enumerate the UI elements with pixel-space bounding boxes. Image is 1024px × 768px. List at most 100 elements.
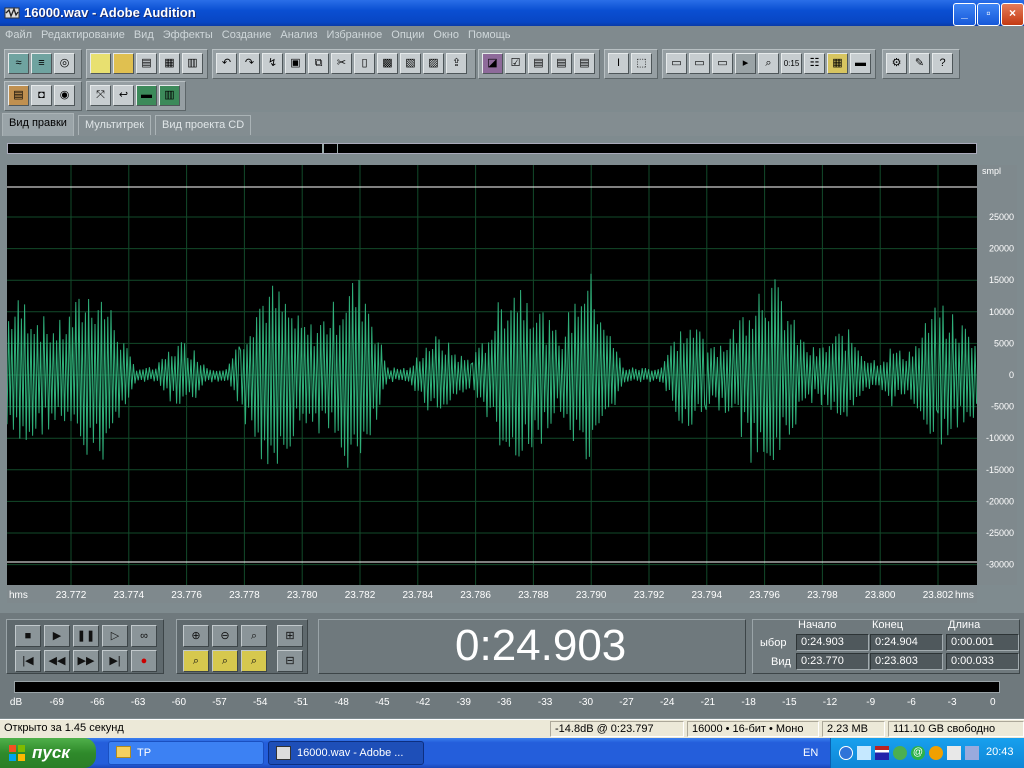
tray-at-icon[interactable]: @ <box>911 746 925 760</box>
zoom-out-v-icon[interactable]: ⊟ <box>277 650 303 672</box>
tab-cd-project[interactable]: Вид проекта CD <box>155 115 252 135</box>
copy-new-icon[interactable]: ▣ <box>285 53 306 74</box>
play-window-icon[interactable]: ▸ <box>735 53 756 74</box>
help-icon[interactable]: ? <box>932 53 953 74</box>
time-window-icon[interactable]: 0:15 <box>781 53 802 74</box>
time-ruler[interactable]: hms hms 23.772 23.774 23.776 23.778 23.780 23… <box>7 585 977 603</box>
paste-icon[interactable]: ▯ <box>354 53 375 74</box>
grid-b-icon[interactable]: ▤ <box>551 53 572 74</box>
new-file-icon[interactable] <box>90 53 111 74</box>
pause-icon[interactable]: ❚❚ <box>73 625 99 647</box>
menu-window[interactable]: Окно <box>428 26 463 41</box>
copy-icon[interactable]: ⧉ <box>308 53 329 74</box>
trim-icon[interactable]: ▧ <box>400 53 421 74</box>
upload-icon[interactable]: ⇪ <box>446 53 467 74</box>
menu-generate[interactable]: Создание <box>217 26 276 41</box>
selection-end-field[interactable]: 0:24.904 <box>870 634 943 651</box>
tray-printer-icon[interactable] <box>947 746 961 760</box>
record-icon[interactable]: ● <box>131 650 157 672</box>
waveform-display-icon[interactable]: ◘ <box>31 85 52 106</box>
list-window-icon[interactable]: ☷ <box>804 53 825 74</box>
script-icon[interactable]: ✎ <box>909 53 930 74</box>
tray-network-icon[interactable] <box>857 746 871 760</box>
tray-arrow-icon[interactable] <box>839 746 853 760</box>
menu-help[interactable]: Помощь <box>463 26 515 41</box>
menu-options[interactable]: Опции <box>386 26 428 41</box>
menu-analyze[interactable]: Анализ <box>275 26 321 41</box>
zoom-right-icon[interactable]: ⌕ <box>241 650 267 672</box>
close-button[interactable]: × <box>1001 3 1024 26</box>
rewind-icon[interactable]: ◀◀ <box>44 650 70 672</box>
menu-effects[interactable]: Эффекты <box>158 26 217 41</box>
view-start-field[interactable]: 0:23.770 <box>796 653 869 670</box>
view-length-field[interactable]: 0:00.033 <box>946 653 1019 670</box>
redo-icon[interactable]: ↷ <box>239 53 260 74</box>
fast-forward-icon[interactable]: ▶▶ <box>73 650 99 672</box>
undo-icon[interactable]: ↶ <box>216 53 237 74</box>
amplify-icon[interactable]: ▥ <box>159 85 180 106</box>
selection-length-field[interactable]: 0:00.001 <box>946 634 1019 651</box>
stop-icon[interactable]: ■ <box>15 625 41 647</box>
zoom-left-icon[interactable]: ⌕ <box>212 650 238 672</box>
start-button[interactable]: пуск <box>0 738 96 768</box>
mix-paste-icon[interactable]: ▩ <box>377 53 398 74</box>
window-c-icon[interactable]: ▭ <box>712 53 733 74</box>
film-icon[interactable]: ▥ <box>182 53 203 74</box>
open-file-icon[interactable] <box>113 53 134 74</box>
spectral-display-icon[interactable]: ▤ <box>8 85 29 106</box>
menu-view[interactable]: Вид <box>129 26 158 41</box>
return-icon[interactable]: ↩ <box>113 85 134 106</box>
zoom-in-h-icon[interactable]: ⊕ <box>183 625 209 647</box>
selection-start-field[interactable]: 0:24.903 <box>796 634 869 651</box>
language-indicator[interactable]: EN <box>803 747 818 759</box>
save-as-icon[interactable]: ▦ <box>159 53 180 74</box>
text-cursor-icon[interactable]: I <box>608 53 629 74</box>
zoom-window-icon[interactable]: ⌕ <box>758 53 779 74</box>
normalize-icon[interactable]: ▬ <box>136 85 157 106</box>
menu-favorites[interactable]: Избранное <box>322 26 387 41</box>
overview-bar[interactable] <box>7 143 977 154</box>
menu-edit[interactable]: Редактирование <box>36 26 129 41</box>
spectral-icon[interactable]: ◪ <box>482 53 503 74</box>
save-icon[interactable]: ▤ <box>136 53 157 74</box>
zoom-sel-icon[interactable]: ⌕ <box>183 650 209 672</box>
view-end-field[interactable]: 0:23.803 <box>870 653 943 670</box>
tray-antivirus-icon[interactable] <box>893 746 907 760</box>
zoom-in-v-icon[interactable]: ⊞ <box>277 625 303 647</box>
marquee-icon[interactable]: ⬚ <box>631 53 652 74</box>
tray-update-icon[interactable] <box>929 746 943 760</box>
waveform-display[interactable]: smpl 25000 20000 15000 10000 5000 0 -5000 -1000… <box>7 165 1017 585</box>
grid-c-icon[interactable]: ▤ <box>574 53 595 74</box>
cut-icon[interactable]: ✂ <box>331 53 352 74</box>
tab-multitrack[interactable]: Мультитрек <box>78 115 152 135</box>
grid-a-icon[interactable]: ▤ <box>528 53 549 74</box>
go-start-icon[interactable]: |◀ <box>15 650 41 672</box>
zoom-out-h-icon[interactable]: ⊖ <box>212 625 238 647</box>
bar-window-icon[interactable]: ▬ <box>850 53 871 74</box>
settings-icon[interactable]: ⚙ <box>886 53 907 74</box>
go-end-icon[interactable]: ▶| <box>102 650 128 672</box>
envelope-icon[interactable]: ⤧ <box>90 85 111 106</box>
frequency-display-icon[interactable]: ◉ <box>54 85 75 106</box>
loop-icon[interactable]: ∞ <box>131 625 157 647</box>
window-b-icon[interactable]: ▭ <box>689 53 710 74</box>
edit-view-icon[interactable]: ≈ <box>8 53 29 74</box>
title-bar[interactable]: 16000.wav - Adobe Audition _ ▫ × <box>0 0 1024 26</box>
level-meter-bar[interactable] <box>14 681 1000 693</box>
menu-file[interactable]: Файл <box>0 26 36 41</box>
maximize-button[interactable]: ▫ <box>977 3 1000 26</box>
repeat-icon[interactable]: ↯ <box>262 53 283 74</box>
meter-window-icon[interactable]: ▦ <box>827 53 848 74</box>
minimize-button[interactable]: _ <box>953 3 976 26</box>
taskbar-item-audition[interactable]: 16000.wav - Adobe ... <box>268 741 424 765</box>
zoom-full-icon[interactable]: ⌕ <box>241 625 267 647</box>
play-to-end-icon[interactable]: ▷ <box>102 625 128 647</box>
tray-usb-icon[interactable] <box>965 746 979 760</box>
cd-view-icon[interactable]: ◎ <box>54 53 75 74</box>
window-a-icon[interactable]: ▭ <box>666 53 687 74</box>
tab-edit-view[interactable]: Вид правки <box>2 113 74 136</box>
silence-icon[interactable]: ▨ <box>423 53 444 74</box>
play-icon[interactable]: ▶ <box>44 625 70 647</box>
checkbox-icon[interactable]: ☑ <box>505 53 526 74</box>
taskbar-item-folder[interactable]: TP <box>108 741 264 765</box>
